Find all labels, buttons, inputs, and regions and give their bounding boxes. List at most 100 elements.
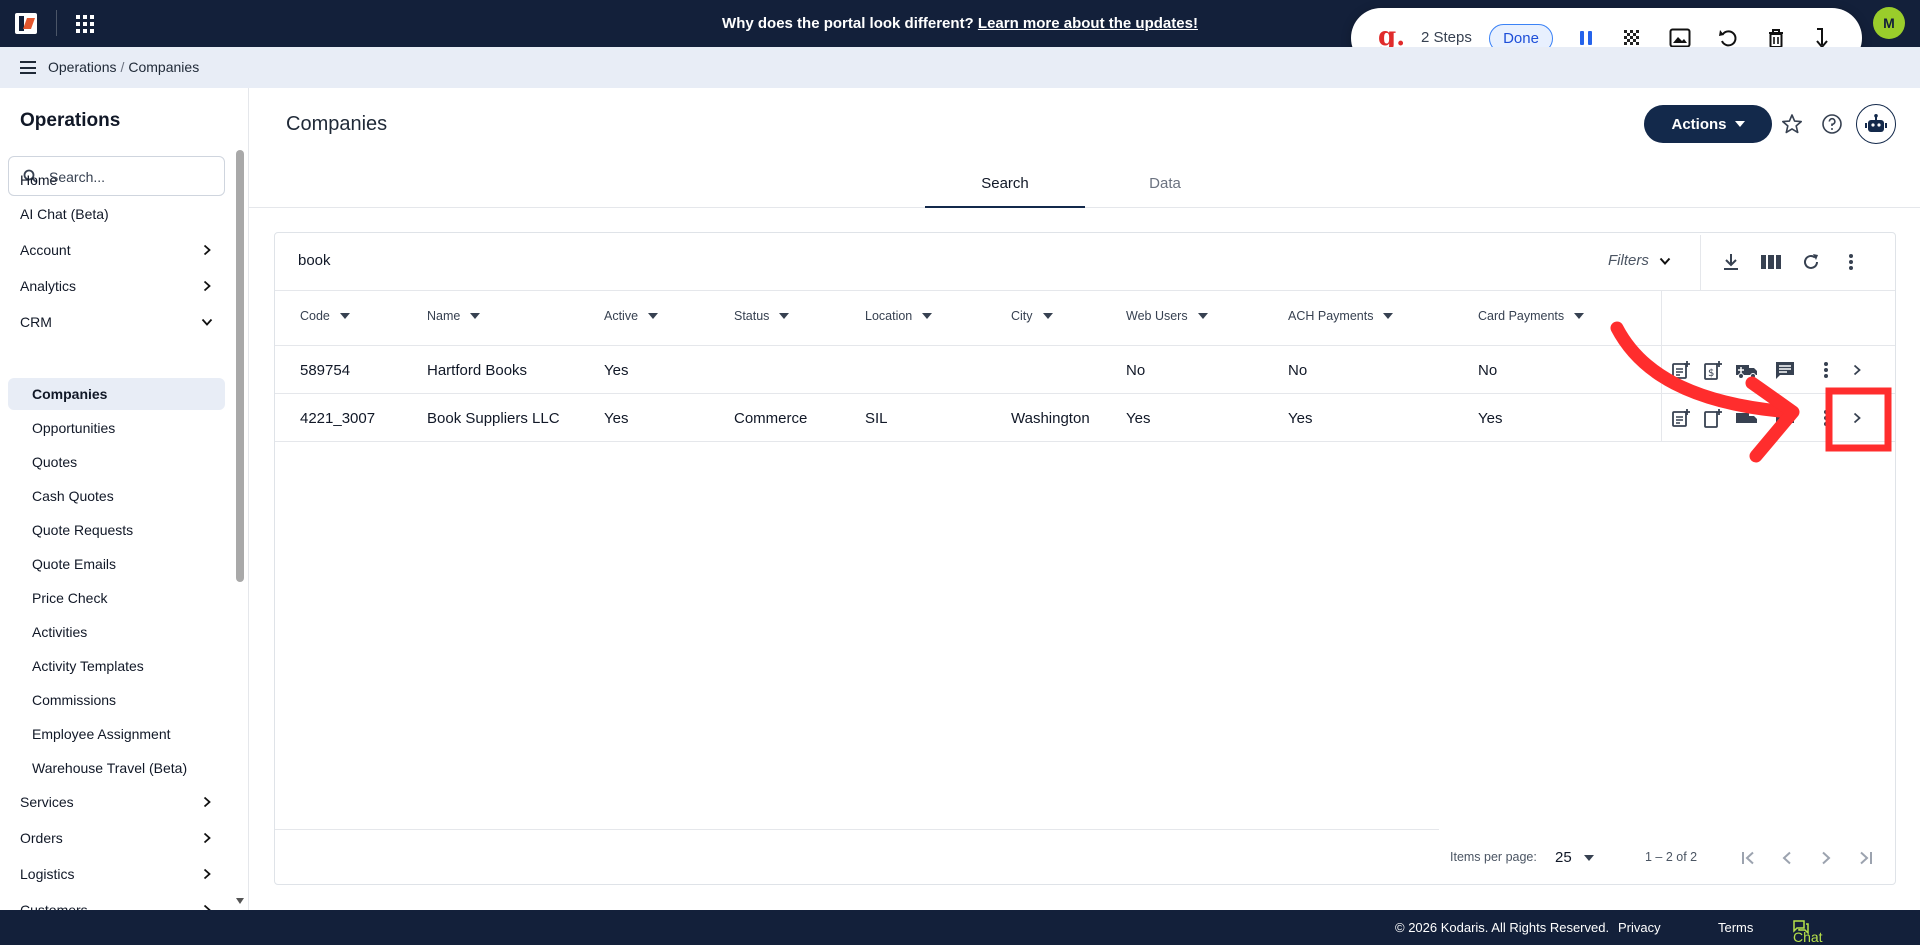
caret-down-icon (1734, 121, 1745, 127)
column-header-web-users[interactable]: Web Users (1126, 309, 1208, 323)
sidebar-item-label: Commissions (32, 692, 117, 708)
column-header-status[interactable]: Status (734, 309, 790, 323)
sidebar-title: Operations (20, 110, 121, 131)
chevron-right-icon[interactable] (1846, 359, 1868, 381)
last-page-icon[interactable] (1854, 846, 1878, 870)
sidebar-item-companies[interactable]: Companies (8, 378, 225, 410)
breadcrumb-bar: Operations / Companies (0, 47, 1920, 88)
more-vert-icon[interactable] (1815, 407, 1837, 429)
truck-icon[interactable] (1735, 407, 1757, 429)
sidebar-item-quotes[interactable]: Quotes (8, 446, 225, 478)
sidebar-item-label: Warehouse Travel (Beta) (32, 760, 188, 776)
items-per-page-value: 25 (1555, 849, 1572, 866)
sidebar-item-ai-chat[interactable]: AI Chat (Beta) (8, 198, 225, 230)
sidebar-item-orders[interactable]: Orders (8, 822, 225, 854)
sidebar-item-price-check[interactable]: Price Check (8, 582, 225, 614)
refresh-icon[interactable] (1799, 250, 1823, 274)
robot-icon (1865, 114, 1887, 134)
help-icon[interactable] (1820, 112, 1844, 136)
new-note-icon[interactable] (1670, 407, 1692, 429)
column-label: ACH Payments (1288, 309, 1374, 323)
cell-code: 4221_3007 (300, 410, 376, 427)
column-label: Name (427, 309, 461, 323)
star-icon[interactable] (1780, 112, 1804, 136)
first-page-icon[interactable] (1736, 846, 1760, 870)
sidebar-item-quote-emails[interactable]: Quote Emails (8, 548, 225, 580)
sidebar-item-label: Analytics (20, 278, 77, 294)
chevron-right-icon[interactable] (1846, 407, 1868, 429)
column-label: Code (300, 309, 330, 323)
table-row-divider (275, 441, 1895, 442)
column-header-code[interactable]: Code (300, 309, 350, 323)
actions-button[interactable]: Actions (1644, 105, 1772, 143)
column-label: Status (734, 309, 770, 323)
terms-link[interactable]: Terms (1718, 920, 1753, 935)
more-vert-icon[interactable] (1815, 359, 1837, 381)
filters-button[interactable]: Filters (1608, 252, 1671, 269)
download-icon[interactable] (1719, 250, 1743, 274)
sidebar-item-account[interactable]: Account (8, 234, 225, 266)
actions-label: Actions (1671, 115, 1727, 133)
tab-search[interactable]: Search (925, 175, 1085, 208)
privacy-link[interactable]: Privacy (1618, 920, 1661, 935)
sidebar-scrollbar[interactable] (236, 150, 244, 582)
column-header-location[interactable]: Location (865, 309, 933, 323)
column-label: Card Payments (1478, 309, 1565, 323)
table-row-divider (275, 393, 1895, 394)
sidebar-item-crm[interactable]: CRM (8, 306, 225, 338)
chevron-right-icon (203, 868, 211, 880)
sidebar-item-opportunities[interactable]: Opportunities (8, 412, 225, 444)
columns-icon[interactable] (1759, 250, 1783, 274)
sidebar-item-employee-assignment[interactable]: Employee Assignment (8, 718, 225, 750)
column-header-card-payments[interactable]: Card Payments (1478, 309, 1585, 323)
sidebar-item-services[interactable]: Services (8, 786, 225, 818)
column-header-ach-payments[interactable]: ACH Payments (1288, 309, 1394, 323)
tab-data[interactable]: Data (1085, 175, 1245, 208)
sidebar-item-cash-quotes[interactable]: Cash Quotes (8, 480, 225, 512)
breadcrumb-parent[interactable]: Operations (48, 59, 116, 75)
new-quote-icon[interactable] (1702, 407, 1724, 429)
sidebar-item-commissions[interactable]: Commissions (8, 684, 225, 716)
sidebar-item-activity-templates[interactable]: Activity Templates (8, 650, 225, 682)
sidebar-item-activities[interactable]: Activities (8, 616, 225, 648)
scroll-down-arrow-icon[interactable] (235, 897, 245, 905)
sidebar-item-quote-requests[interactable]: Quote Requests (8, 514, 225, 546)
new-note-icon[interactable] (1670, 359, 1692, 381)
chevron-right-icon (203, 832, 211, 844)
next-page-icon[interactable] (1814, 846, 1838, 870)
comment-icon[interactable] (1774, 359, 1796, 381)
new-quote-icon[interactable]: $ (1702, 359, 1724, 381)
kodaris-logo[interactable] (15, 13, 37, 34)
search-query[interactable]: book (298, 252, 331, 269)
sidebar-item-label: Opportunities (32, 420, 116, 436)
chevron-right-icon (203, 244, 211, 256)
paginator-divider (275, 829, 1439, 830)
cell-name: Hartford Books (427, 362, 528, 379)
items-per-page-select[interactable]: 25 (1555, 849, 1594, 866)
chat-with-us-button[interactable]: Chat with us (1793, 919, 1823, 945)
sort-caret-icon (648, 313, 659, 319)
sidebar-item-customers[interactable]: Customers (8, 894, 225, 910)
menu-icon[interactable] (20, 61, 36, 74)
more-vert-icon[interactable] (1839, 250, 1863, 274)
sidebar-item-logistics[interactable]: Logistics (8, 858, 225, 890)
sort-caret-icon (339, 313, 350, 319)
prev-page-icon[interactable] (1775, 846, 1799, 870)
sidebar-item-warehouse-travel[interactable]: Warehouse Travel (Beta) (8, 752, 225, 784)
sidebar-item-label: Orders (20, 830, 63, 846)
sidebar: Operations Home AI Chat (Beta) Account A… (0, 88, 249, 910)
apps-grid-icon[interactable] (76, 15, 94, 33)
ai-assistant-button[interactable] (1856, 104, 1896, 144)
svg-text:$: $ (1708, 368, 1714, 379)
comment-icon[interactable] (1774, 407, 1796, 429)
breadcrumb: Operations / Companies (48, 59, 199, 75)
column-header-active[interactable]: Active (604, 309, 659, 323)
sidebar-item-analytics[interactable]: Analytics (8, 270, 225, 302)
banner-link[interactable]: Learn more about the updates! (978, 15, 1198, 32)
truck-icon[interactable] (1735, 359, 1757, 381)
column-header-city[interactable]: City (1011, 309, 1053, 323)
user-avatar[interactable]: M (1873, 7, 1905, 39)
breadcrumb-current: Companies (128, 59, 200, 75)
sidebar-item-home[interactable]: Home (8, 164, 225, 196)
column-header-name[interactable]: Name (427, 309, 481, 323)
